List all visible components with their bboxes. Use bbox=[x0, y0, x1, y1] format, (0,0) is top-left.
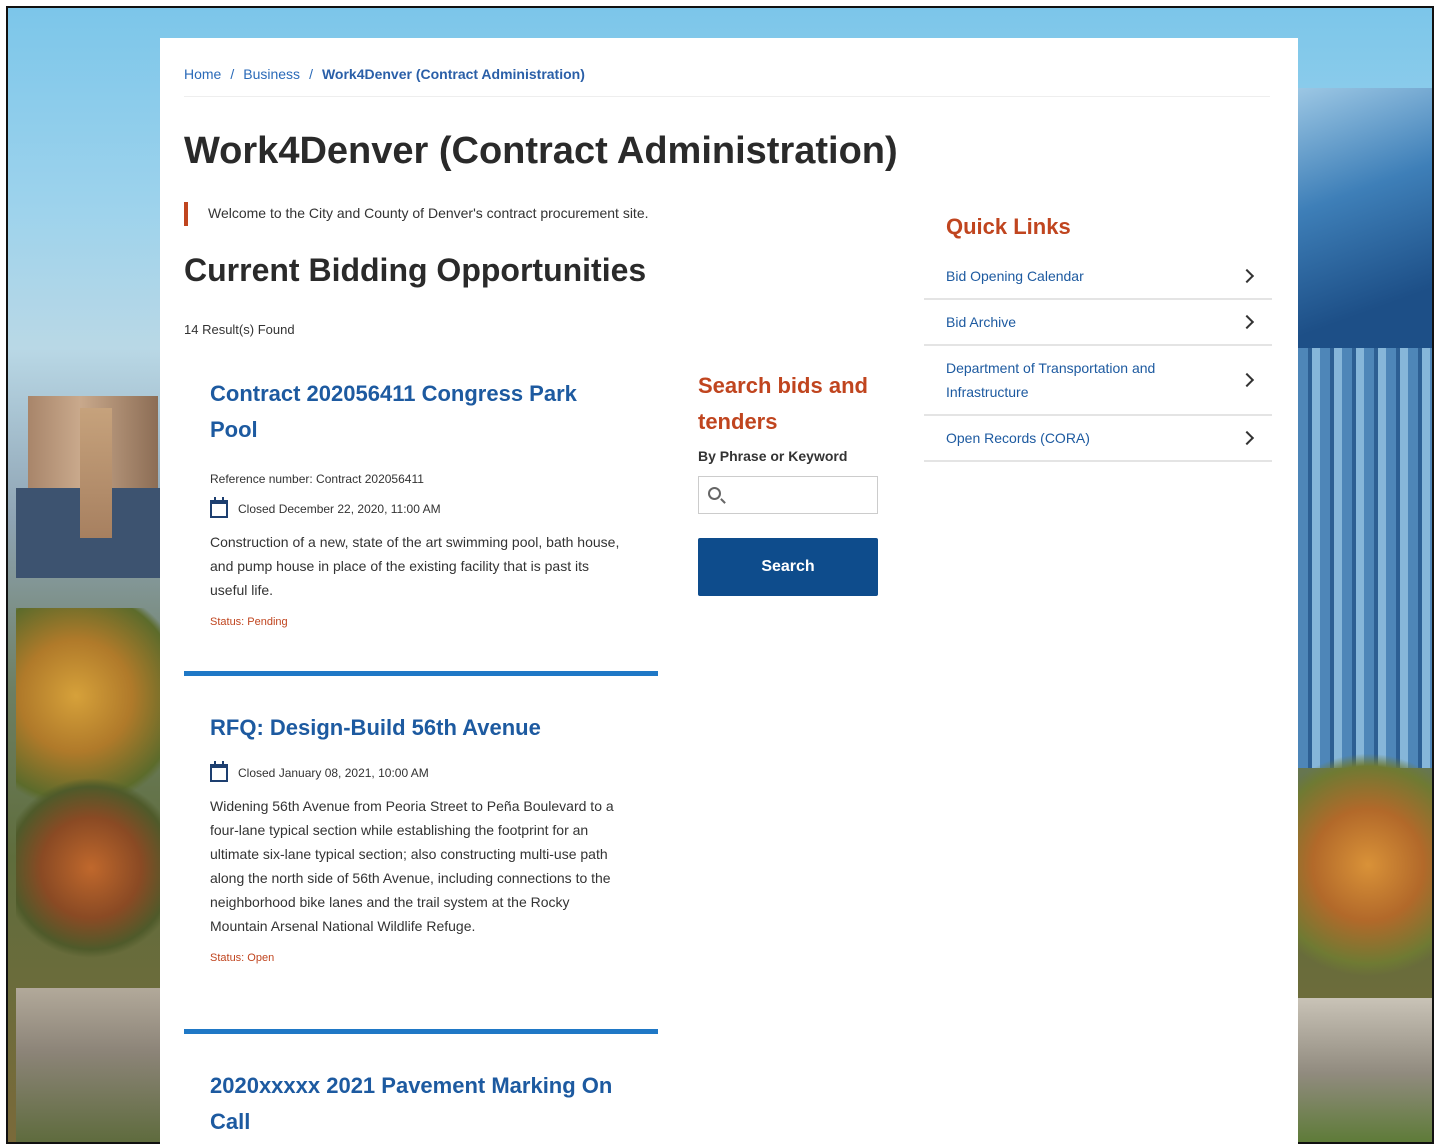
chevron-right-icon bbox=[1239, 430, 1255, 446]
breadcrumb-current-link[interactable]: Work4Denver (Contract Administration) bbox=[322, 66, 585, 82]
quick-link-label: Bid Archive bbox=[946, 314, 1017, 330]
stadium-scenery bbox=[1298, 88, 1432, 348]
search-field bbox=[698, 476, 878, 514]
bid-title-link[interactable]: 2020xxxxx 2021 Pavement Marking On Call bbox=[210, 1068, 630, 1140]
ground-scenery bbox=[1298, 998, 1432, 1142]
breadcrumb-separator: / bbox=[309, 66, 313, 82]
clock-tower-scenery bbox=[80, 408, 112, 538]
bid-description: Construction of a new, state of the art … bbox=[210, 534, 620, 598]
search-input[interactable] bbox=[699, 477, 877, 513]
divider bbox=[184, 96, 1270, 97]
quick-link-label: Open Records (CORA) bbox=[946, 430, 1090, 446]
search-panel: Search bids and tenders By Phrase or Key… bbox=[698, 368, 898, 596]
breadcrumb-separator: / bbox=[230, 66, 235, 82]
page-title: Work4Denver (Contract Administration) bbox=[184, 130, 898, 172]
breadcrumb-home-link[interactable]: Home bbox=[184, 66, 221, 82]
bid-description: Widening 56th Avenue from Peoria Street … bbox=[210, 798, 614, 934]
quick-link-label: Department of Transportation and Infrast… bbox=[946, 360, 1156, 400]
bid-date-text: Closed January 08, 2021, 10:00 AM bbox=[238, 766, 429, 780]
search-label: By Phrase or Keyword bbox=[698, 448, 848, 464]
calendar-icon bbox=[210, 761, 228, 782]
bid-card: 2020xxxxx 2021 Pavement Marking On Call bbox=[184, 1068, 658, 1140]
bid-status: Status: Pending bbox=[210, 616, 288, 628]
bid-date: Closed January 08, 2021, 10:00 AM bbox=[210, 761, 632, 782]
bid-date: Closed December 22, 2020, 11:00 AM bbox=[210, 497, 632, 518]
bid-title-link[interactable]: RFQ: Design-Build 56th Avenue bbox=[210, 710, 630, 746]
tree-scenery bbox=[16, 768, 166, 968]
ground-scenery bbox=[16, 988, 166, 1142]
stadium-scenery bbox=[1298, 348, 1432, 768]
quick-links: Quick Links Bid Opening Calendar Bid Arc… bbox=[924, 214, 1272, 462]
bid-title-link[interactable]: Contract 202056411 Congress Park Pool bbox=[210, 376, 630, 448]
quick-links-list: Bid Opening Calendar Bid Archive Departm… bbox=[924, 254, 1272, 462]
chevron-right-icon bbox=[1239, 372, 1255, 388]
breadcrumb: Home / Business / Work4Denver (Contract … bbox=[184, 66, 585, 82]
content-panel: Home / Business / Work4Denver (Contract … bbox=[160, 38, 1298, 1144]
quick-link-transportation[interactable]: Department of Transportation and Infrast… bbox=[924, 346, 1272, 416]
calendar-icon bbox=[210, 497, 228, 518]
bid-date-text: Closed December 22, 2020, 11:00 AM bbox=[238, 502, 441, 516]
results-count: 14 Result(s) Found bbox=[184, 322, 295, 337]
search-heading: Search bids and tenders bbox=[698, 373, 868, 434]
welcome-message: Welcome to the City and County of Denver… bbox=[184, 202, 649, 226]
bid-card: Contract 202056411 Congress Park Pool Re… bbox=[184, 376, 658, 676]
tree-scenery bbox=[1298, 748, 1432, 1008]
search-button[interactable]: Search bbox=[698, 538, 878, 596]
quick-link-bid-archive[interactable]: Bid Archive bbox=[924, 300, 1272, 346]
quick-link-open-records[interactable]: Open Records (CORA) bbox=[924, 416, 1272, 462]
quick-link-bid-opening-calendar[interactable]: Bid Opening Calendar bbox=[924, 254, 1272, 300]
bid-status: Status: Open bbox=[210, 952, 275, 964]
quick-links-title: Quick Links bbox=[946, 214, 1071, 239]
bid-card: RFQ: Design-Build 56th Avenue Closed Jan… bbox=[184, 710, 658, 1034]
section-title: Current Bidding Opportunities bbox=[184, 252, 647, 288]
breadcrumb-business-link[interactable]: Business bbox=[243, 66, 300, 82]
chevron-right-icon bbox=[1239, 268, 1255, 284]
search-icon bbox=[708, 487, 721, 500]
quick-link-label: Bid Opening Calendar bbox=[946, 268, 1084, 284]
reference-number: Reference number: Contract 202056411 bbox=[210, 472, 424, 486]
chevron-right-icon bbox=[1239, 314, 1255, 330]
